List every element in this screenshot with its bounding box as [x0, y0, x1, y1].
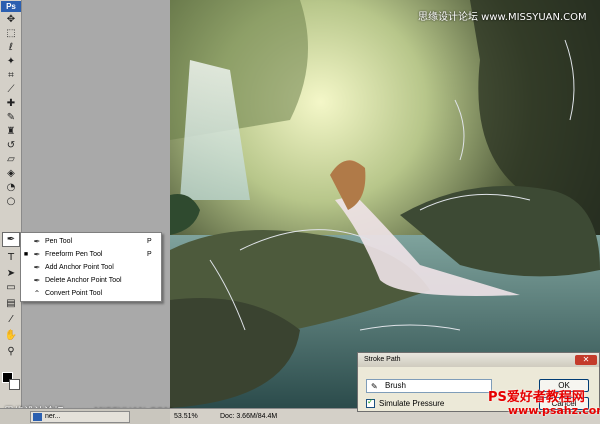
doc-size: Doc: 3.66M/84.4M	[220, 413, 278, 420]
flyout-item[interactable]: ■ ✒ Freeform Pen Tool P	[21, 248, 161, 261]
pen-icon: ✒	[33, 276, 41, 285]
flyout-item[interactable]: ✒ Delete Anchor Point Tool	[21, 274, 161, 287]
flyout-item-label: Pen Tool	[45, 238, 73, 245]
background-color-swatch[interactable]	[9, 379, 20, 390]
shape-tool[interactable]: ▭	[2, 280, 20, 295]
shortcut-key: P	[147, 238, 152, 245]
watermark-ps-site: PS爱好者教程网	[488, 390, 585, 405]
flyout-item-label: Freeform Pen Tool	[45, 251, 103, 258]
watermark-ps-url: www.psahz.com	[508, 404, 600, 417]
shortcut-key: P	[147, 251, 152, 258]
healing-brush-tool[interactable]: ✚	[2, 96, 20, 111]
simulate-pressure-row[interactable]: Simulate Pressure	[366, 397, 445, 408]
pen-icon: ⌃	[33, 289, 41, 298]
eyedropper-tool[interactable]: ⁄	[2, 312, 20, 327]
slice-tool[interactable]: ⟋	[2, 82, 20, 97]
history-brush-tool[interactable]: ↺	[2, 138, 20, 153]
type-tool[interactable]: T	[2, 250, 20, 265]
lasso-tool[interactable]: ℓ	[2, 40, 20, 55]
pen-icon: ✒	[33, 237, 41, 246]
zoom-tool[interactable]: ⚲	[2, 344, 20, 359]
flyout-item[interactable]: ✒ Add Anchor Point Tool	[21, 261, 161, 274]
notes-tool[interactable]: ▤	[2, 296, 20, 311]
zoom-level[interactable]: 53.51%	[174, 413, 198, 420]
blur-tool[interactable]: ◔	[2, 180, 20, 195]
path-selection-tool[interactable]: ➤	[2, 266, 20, 281]
photoshop-document-icon	[33, 413, 42, 421]
taskbar-document-button[interactable]: ner...	[30, 411, 130, 423]
pen-tool-flyout-menu: ✒ Pen Tool P ■ ✒ Freeform Pen Tool P ✒ Add Ancho…	[20, 232, 162, 302]
brush-icon: ✎	[371, 382, 378, 391]
ps-logo-icon: Ps	[1, 1, 21, 12]
magic-wand-tool[interactable]: ✦	[2, 54, 20, 69]
dodge-tool[interactable]: ○	[2, 194, 20, 209]
tool-select-value: Brush	[385, 381, 406, 390]
clone-stamp-tool[interactable]: ♜	[2, 124, 20, 139]
taskbar: ner...	[0, 408, 170, 424]
toolbox: Ps ✥ ⬚ ℓ ✦ ⌗ ⟋ ✚ ✎ ♜ ↺ ▱ ◈ ◔ ○ ✒ T ➤ ▭ ▤ ⁄ ✋ ⚲	[0, 0, 22, 424]
pen-tool[interactable]: ✒	[2, 232, 20, 247]
marquee-tool[interactable]: ⬚	[2, 26, 20, 41]
fantasy-photo	[170, 0, 600, 408]
hand-tool[interactable]: ✋	[2, 328, 20, 343]
flyout-item-label: Add Anchor Point Tool	[45, 264, 114, 271]
pen-icon: ✒	[33, 250, 41, 259]
photoshop-window: Ps ✥ ⬚ ℓ ✦ ⌗ ⟋ ✚ ✎ ♜ ↺ ▱ ◈ ◔ ○ ✒ T ➤ ▭ ▤ ⁄ ✋ ⚲	[0, 0, 600, 424]
flyout-item-label: Delete Anchor Point Tool	[45, 277, 122, 284]
close-icon[interactable]: ✕	[575, 355, 597, 365]
dialog-title: Stroke Path	[358, 353, 599, 367]
document-canvas[interactable]	[170, 0, 600, 408]
pen-icon: ✒	[33, 263, 41, 272]
flyout-item[interactable]: ✒ Pen Tool P	[21, 235, 161, 248]
paint-bucket-tool[interactable]: ◈	[2, 166, 20, 181]
flyout-item[interactable]: ⌃ Convert Point Tool	[21, 287, 161, 300]
tool-select[interactable]: ✎ Brush	[366, 379, 492, 393]
crop-tool[interactable]: ⌗	[2, 68, 20, 83]
eraser-tool[interactable]: ▱	[2, 152, 20, 167]
simulate-pressure-checkbox[interactable]	[366, 397, 375, 408]
taskbar-document-label: ner...	[45, 413, 61, 420]
selected-marker: ■	[23, 251, 29, 258]
flyout-item-label: Convert Point Tool	[45, 290, 103, 297]
workspace-background	[22, 0, 170, 408]
move-tool[interactable]: ✥	[2, 12, 20, 27]
watermark-top: 思缘设计论坛 www.MISSYUAN.COM	[418, 12, 587, 23]
brush-tool[interactable]: ✎	[2, 110, 20, 125]
simulate-pressure-label: Simulate Pressure	[379, 399, 445, 408]
